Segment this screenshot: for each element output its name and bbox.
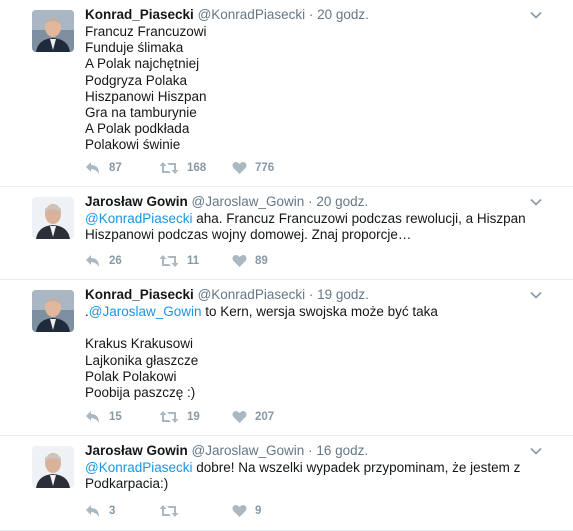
author-handle[interactable]: @Jaroslaw_Gowin — [192, 443, 305, 458]
chevron-down-icon[interactable] — [529, 195, 543, 209]
author-name[interactable]: Jarosław Gowin — [85, 194, 188, 209]
reply-count: 26 — [109, 255, 122, 267]
like-button[interactable]: 9 — [232, 503, 261, 519]
heart-icon — [232, 254, 247, 267]
reply-icon — [86, 411, 99, 423]
tweet-text: @KonradPiasecki dobre! Na wszelki wypade… — [85, 460, 553, 492]
mention-link[interactable]: @Jaroslaw_Gowin — [89, 304, 202, 319]
heart-icon — [232, 410, 247, 423]
tweet-line: Gra na tamburynie — [85, 105, 197, 121]
tweet-line: @KonradPiasecki aha. Francuz Francuzowi … — [85, 211, 553, 227]
tweet-text: Francuz Francuzowi Funduje ślimaka A Pol… — [85, 24, 553, 154]
retweet-button[interactable]: 19 — [159, 409, 200, 425]
tweet-line: A Polak najchętniej — [85, 56, 200, 72]
tweet-line: Podgryza Polaka — [85, 72, 188, 88]
like-count: 9 — [255, 505, 262, 517]
timestamp[interactable]: 16 godz. — [316, 443, 368, 458]
chevron-down-icon[interactable] — [529, 444, 543, 458]
avatar[interactable] — [32, 290, 74, 332]
reply-count: 87 — [109, 162, 122, 174]
heart-icon — [232, 504, 247, 517]
like-button[interactable]: 89 — [232, 253, 268, 269]
author-handle[interactable]: @KonradPiasecki — [198, 7, 306, 22]
tweet-header: Jarosław Gowin @Jaroslaw_Gowin · 16 godz… — [85, 442, 533, 460]
tweet[interactable]: Jarosław Gowin @Jaroslaw_Gowin · 16 godz… — [0, 436, 573, 531]
reply-icon — [86, 255, 99, 267]
tweet-line: Polakowi świnie — [85, 137, 181, 153]
retweet-count: 19 — [187, 411, 200, 423]
like-button[interactable]: 207 — [232, 409, 274, 425]
tweet-line: A Polak podkłada — [85, 121, 190, 137]
avatar[interactable] — [32, 446, 74, 488]
author-name[interactable]: Konrad_Piasecki — [85, 7, 194, 22]
tweet-line: Podkarpacia:) — [85, 476, 169, 492]
reply-button[interactable]: 3 — [85, 503, 115, 519]
tweet-line: Hiszpanowi Hiszpan — [85, 88, 207, 104]
tweet[interactable]: Konrad_Piasecki @KonradPiasecki · 20 god… — [0, 0, 573, 187]
like-count: 207 — [255, 411, 275, 423]
author-handle[interactable]: @Jaroslaw_Gowin — [192, 194, 305, 209]
author-handle[interactable]: @KonradPiasecki — [198, 287, 306, 302]
retweet-count: 11 — [187, 255, 200, 267]
chevron-down-icon[interactable] — [529, 288, 543, 302]
tweet-header: Jarosław Gowin @Jaroslaw_Gowin · 20 godz… — [85, 193, 533, 211]
retweet-button[interactable] — [159, 503, 187, 519]
separator: · — [308, 443, 313, 458]
tweet-line: Polak Polakowi — [85, 368, 177, 384]
reply-button[interactable]: 26 — [85, 253, 122, 269]
separator: · — [308, 194, 313, 209]
tweet-line-text: to Kern, wersja swojska może być taka — [201, 304, 438, 319]
timestamp[interactable]: 20 godz. — [316, 194, 368, 209]
tweet-text: @KonradPiasecki aha. Francuz Francuzowi … — [85, 211, 553, 243]
retweet-icon — [159, 411, 179, 423]
tweet[interactable]: Jarosław Gowin @Jaroslaw_Gowin · 20 godz… — [0, 187, 573, 280]
timestamp[interactable]: 19 godz. — [317, 287, 369, 302]
tweet-line: Funduje ślimaka — [85, 40, 184, 56]
tweet[interactable]: Konrad_Piasecki @KonradPiasecki · 19 god… — [0, 280, 573, 436]
tweet-line: Poobija paszczę :) — [85, 385, 196, 400]
like-count: 89 — [255, 255, 268, 267]
tweet-line: .@Jaroslaw_Gowin to Kern, wersja swojska… — [85, 304, 553, 320]
separator: · — [308, 7, 314, 22]
retweet-button[interactable]: 168 — [159, 160, 206, 176]
tweet-line-text: aha. Francuz Francuzowi podczas rewolucj… — [192, 211, 526, 226]
tweet-header: Konrad_Piasecki @KonradPiasecki · 19 god… — [85, 286, 533, 304]
retweet-count: 168 — [187, 162, 207, 174]
avatar[interactable] — [32, 197, 74, 239]
like-button[interactable]: 776 — [232, 160, 274, 176]
tweet-text: .@Jaroslaw_Gowin to Kern, wersja swojska… — [85, 304, 553, 401]
heart-icon — [232, 161, 247, 174]
mention-link[interactable]: @KonradPiasecki — [85, 211, 193, 226]
tweet-line: @KonradPiasecki dobre! Na wszelki wypade… — [85, 460, 553, 476]
retweet-icon — [159, 505, 179, 517]
retweet-icon — [159, 162, 179, 174]
retweet-icon — [159, 255, 179, 267]
timestamp[interactable]: 20 godz. — [317, 7, 369, 22]
reply-icon — [86, 505, 99, 517]
mention-link[interactable]: @KonradPiasecki — [85, 460, 193, 475]
tweet-line: Hiszpanowi podczas wojny domowej. Znaj p… — [85, 227, 412, 243]
reply-button[interactable]: 15 — [85, 409, 122, 425]
reply-button[interactable]: 87 — [85, 160, 122, 176]
reply-count: 15 — [109, 411, 122, 423]
tweet-line — [85, 320, 553, 336]
tweet-line: Francuz Francuzowi — [85, 24, 207, 39]
tweet-line-text: dobre! Na wszelki wypadek przypominam, ż… — [192, 460, 521, 475]
retweet-button[interactable]: 11 — [159, 253, 199, 269]
chevron-down-icon[interactable] — [529, 8, 543, 22]
like-count: 776 — [255, 162, 275, 174]
separator: · — [308, 287, 314, 302]
avatar[interactable] — [32, 10, 74, 52]
tweet-header: Konrad_Piasecki @KonradPiasecki · 20 god… — [85, 6, 533, 24]
author-name[interactable]: Konrad_Piasecki — [85, 287, 194, 302]
reply-icon — [86, 162, 99, 174]
author-name[interactable]: Jarosław Gowin — [85, 443, 188, 458]
tweet-line: Krakus Krakusowi — [85, 336, 194, 352]
tweet-line: Lajkonika głaszcze — [85, 352, 199, 368]
reply-count: 3 — [109, 505, 116, 517]
